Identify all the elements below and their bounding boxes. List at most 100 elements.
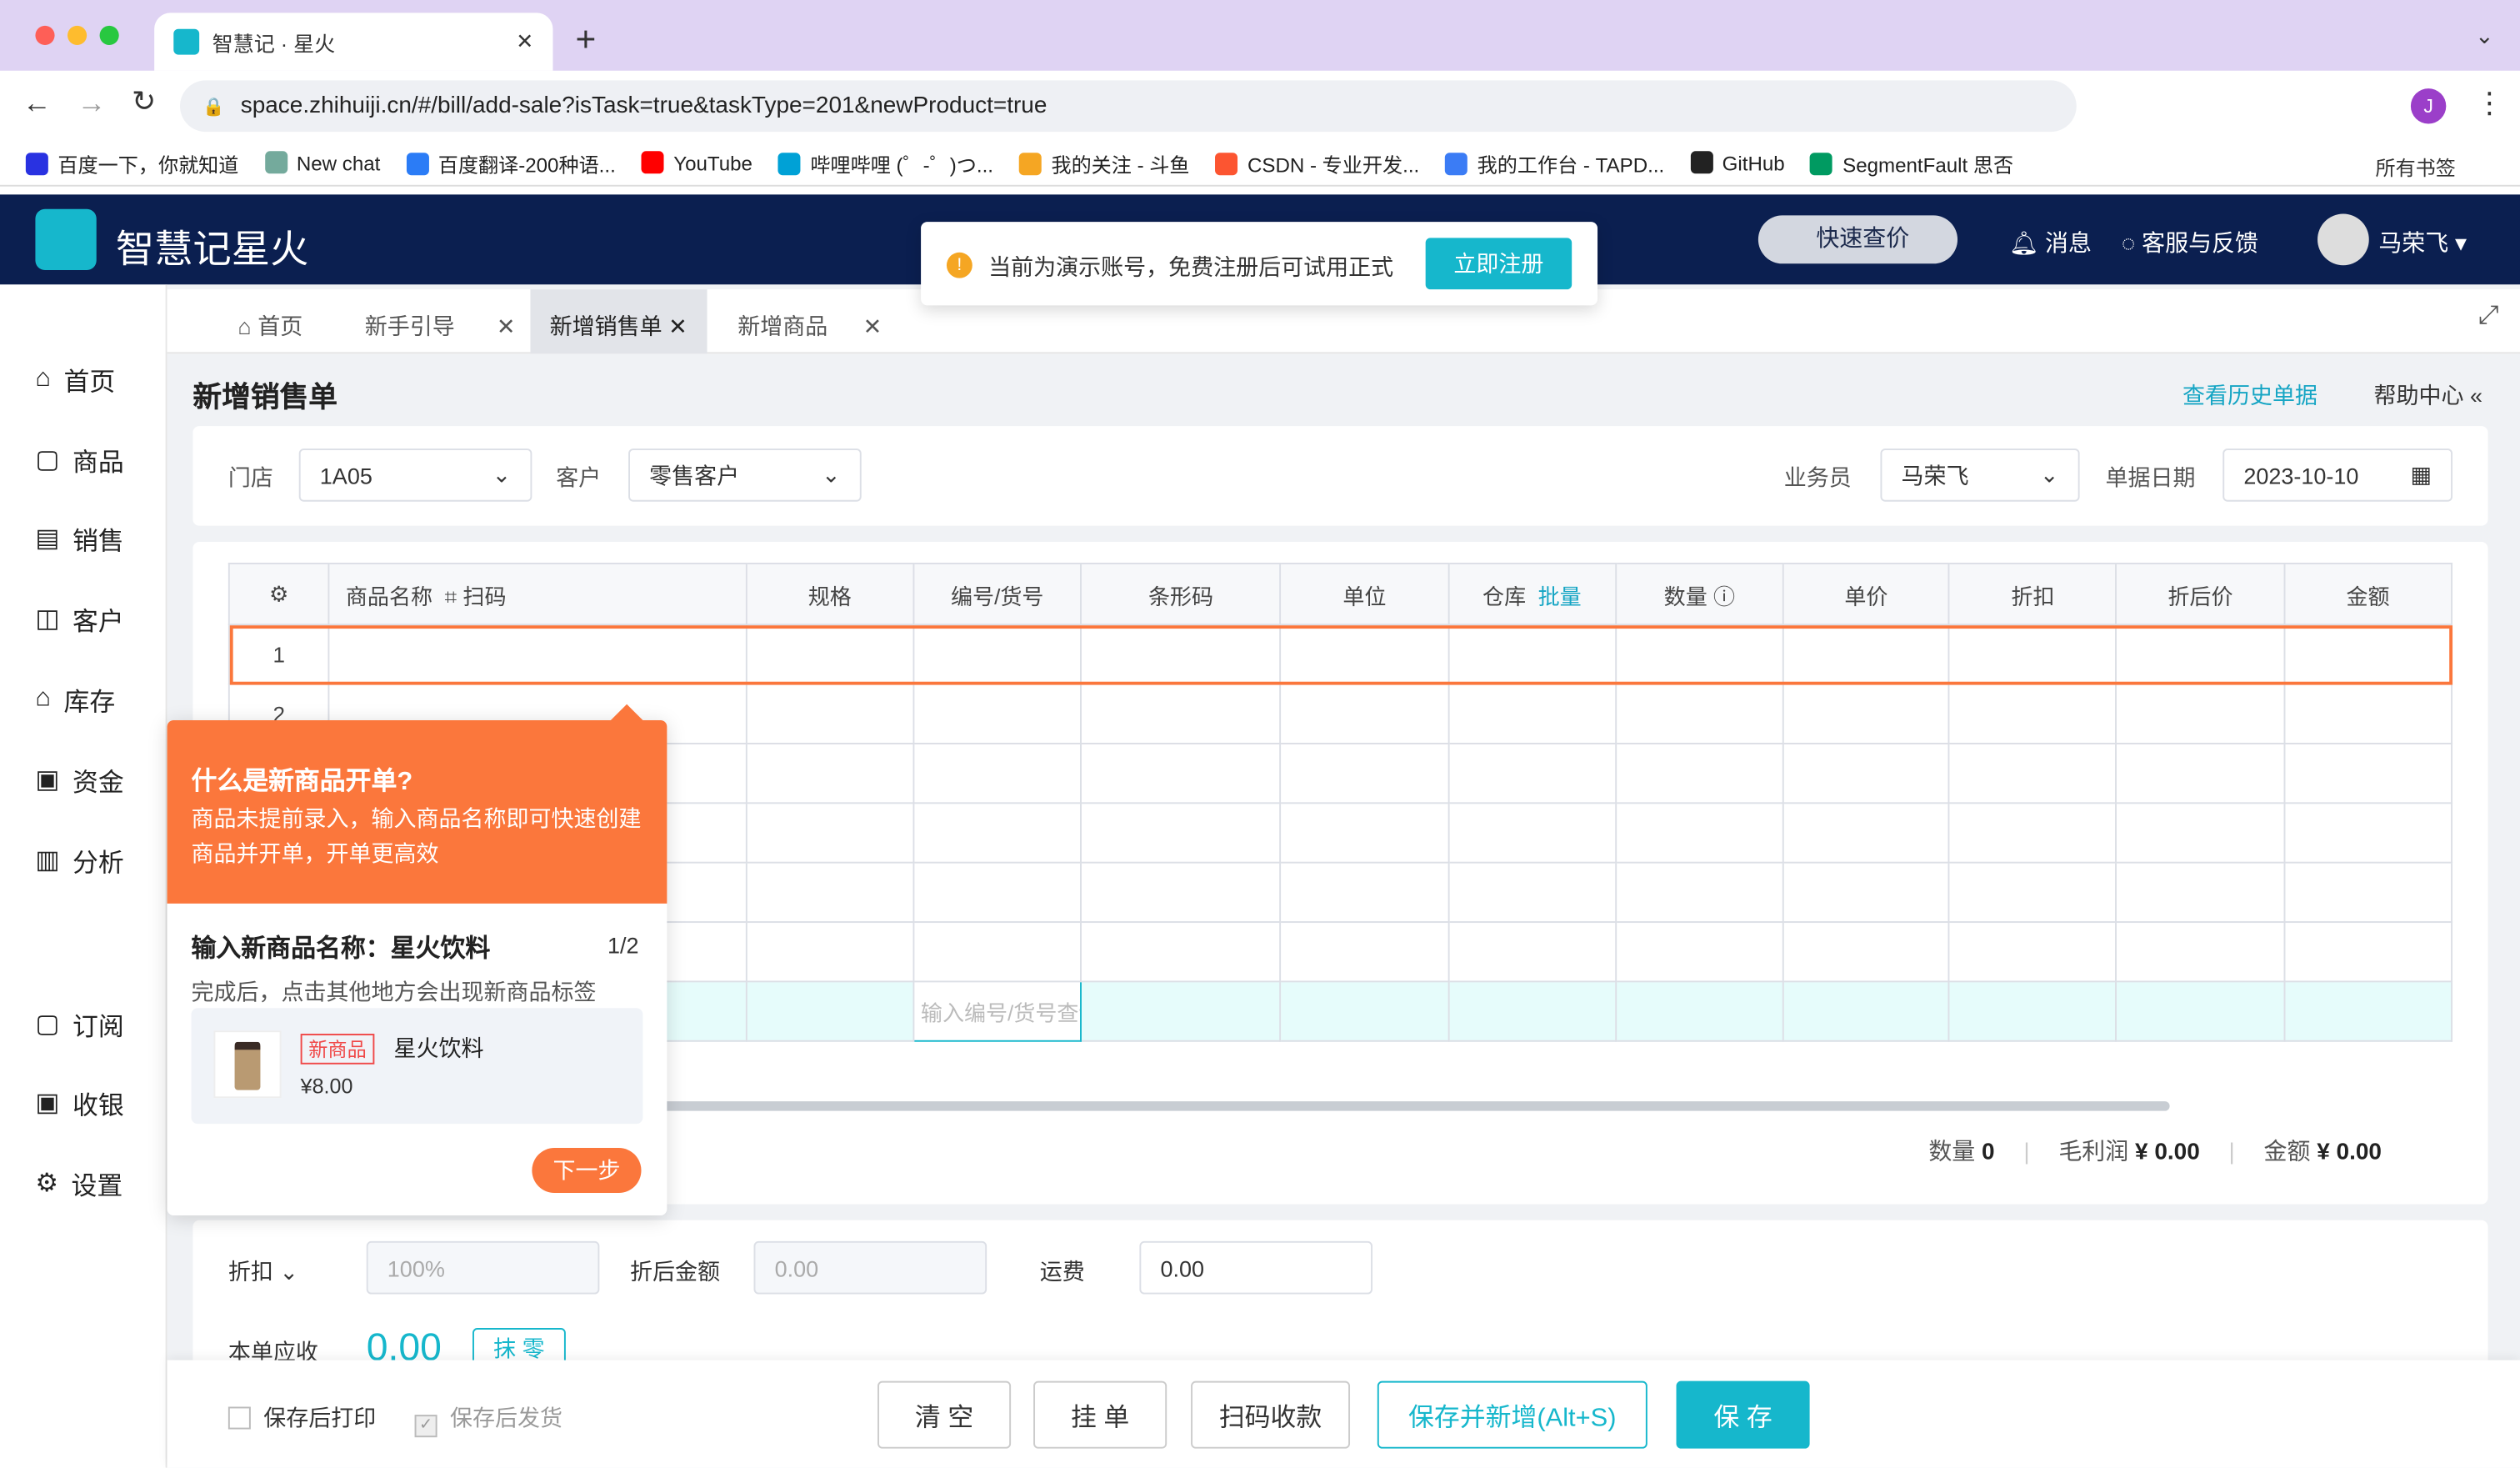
reload-icon[interactable]: ↻ bbox=[132, 85, 156, 119]
discount-dropdown[interactable]: 折扣 ⌄ bbox=[228, 1255, 298, 1288]
table-cell[interactable] bbox=[1080, 683, 1282, 744]
bookmark[interactable]: CSDN - 专业开发... bbox=[1215, 148, 1419, 178]
tab-new-product[interactable]: 新增商品 ✕ bbox=[738, 310, 882, 343]
code-input[interactable]: 输入编号/货号查询 bbox=[912, 980, 1082, 1042]
table-cell[interactable] bbox=[1782, 683, 1950, 744]
bookmark[interactable]: GitHub bbox=[1690, 151, 1785, 175]
table-cell[interactable] bbox=[1080, 802, 1282, 864]
print-after-checkbox[interactable]: 保存后打印 bbox=[228, 1402, 376, 1435]
table-cell[interactable] bbox=[1279, 802, 1449, 864]
menu-icon[interactable]: ⋮ bbox=[2475, 87, 2504, 121]
table-cell[interactable] bbox=[1614, 683, 1784, 744]
bookmark[interactable]: SegmentFault 思否 bbox=[1810, 148, 2013, 178]
table-cell[interactable] bbox=[1447, 861, 1617, 924]
table-cell[interactable] bbox=[2282, 624, 2453, 685]
save-button[interactable]: 保 存 bbox=[1676, 1380, 1810, 1449]
table-cell[interactable] bbox=[912, 683, 1082, 744]
table-cell[interactable] bbox=[745, 980, 915, 1042]
sidebar-item[interactable]: ▤ 销售 bbox=[35, 519, 123, 558]
support-link[interactable]: ◌ 客服与反馈 bbox=[2122, 225, 2258, 259]
close-tab-icon[interactable]: ✕ bbox=[516, 29, 533, 55]
table-cell[interactable] bbox=[2282, 802, 2453, 864]
bookmark[interactable]: 我的关注 - 斗鱼 bbox=[1018, 148, 1190, 178]
customer-select[interactable]: 零售客户 ⌄ bbox=[628, 448, 862, 502]
table-cell[interactable] bbox=[1080, 743, 1282, 804]
forward-icon[interactable]: → bbox=[78, 87, 107, 121]
table-cell[interactable] bbox=[1447, 743, 1617, 804]
table-cell[interactable] bbox=[1279, 743, 1449, 804]
table-cell[interactable] bbox=[1948, 802, 2118, 864]
next-step-button[interactable]: 下一步 bbox=[532, 1148, 642, 1194]
table-cell[interactable] bbox=[1614, 980, 1784, 1042]
table-cell[interactable] bbox=[1782, 921, 1950, 983]
table-cell[interactable] bbox=[1279, 683, 1449, 744]
table-cell[interactable] bbox=[1782, 802, 1950, 864]
table-cell[interactable] bbox=[328, 624, 748, 685]
register-button[interactable]: 立即注册 bbox=[1425, 238, 1572, 290]
sidebar-item[interactable]: ▢ 商品 bbox=[35, 440, 123, 478]
table-cell[interactable] bbox=[1782, 980, 1950, 1042]
all-bookmarks[interactable]: 所有书签 bbox=[2375, 151, 2455, 182]
table-cell[interactable] bbox=[745, 683, 915, 744]
table-cell[interactable] bbox=[1614, 743, 1784, 804]
table-cell[interactable] bbox=[1447, 624, 1617, 685]
bookmark[interactable]: YouTube bbox=[641, 151, 752, 175]
tab-new-sale[interactable]: 新增销售单 ✕ bbox=[530, 289, 707, 354]
avatar[interactable] bbox=[2318, 213, 2369, 266]
table-cell[interactable] bbox=[745, 743, 915, 804]
quick-price-button[interactable]: 快速查价 bbox=[1758, 215, 1958, 264]
new-tab-button[interactable]: + bbox=[575, 19, 596, 61]
fullscreen-icon[interactable]: ⤢ bbox=[2478, 303, 2499, 332]
table-cell[interactable] bbox=[1948, 921, 2118, 983]
table-cell[interactable] bbox=[2115, 861, 2285, 924]
column-settings-icon[interactable]: ⚙ bbox=[228, 563, 330, 626]
table-cell[interactable] bbox=[1279, 624, 1449, 685]
minimize-window-button[interactable] bbox=[68, 25, 88, 46]
table-cell[interactable] bbox=[2282, 683, 2453, 744]
save-and-new-button[interactable]: 保存并新增(Alt+S) bbox=[1377, 1380, 1648, 1449]
clear-button[interactable]: 清 空 bbox=[878, 1380, 1012, 1449]
tab-list-chevron-icon[interactable]: ⌄ bbox=[2475, 23, 2494, 50]
hold-button[interactable]: 挂 单 bbox=[1033, 1380, 1168, 1449]
table-cell[interactable] bbox=[1782, 861, 1950, 924]
user-menu[interactable]: 马荣飞 ▾ bbox=[2378, 225, 2467, 259]
salesman-select[interactable]: 马荣飞 ⌄ bbox=[1880, 448, 2080, 502]
table-cell[interactable] bbox=[2282, 980, 2453, 1042]
table-cell[interactable] bbox=[2282, 861, 2453, 924]
table-cell[interactable] bbox=[912, 743, 1082, 804]
bookmark[interactable]: 百度翻译-200种语... bbox=[406, 148, 616, 178]
maximize-window-button[interactable] bbox=[99, 25, 119, 46]
sidebar-item[interactable]: ▢ 订阅 bbox=[35, 1005, 123, 1043]
close-window-button[interactable] bbox=[35, 25, 55, 46]
table-cell[interactable] bbox=[745, 861, 915, 924]
freight-input[interactable]: 0.00 bbox=[1139, 1240, 1373, 1295]
tab-home[interactable]: ⌂ 首页 bbox=[238, 310, 302, 343]
sidebar-item[interactable]: ◫ 客户 bbox=[35, 599, 123, 638]
table-cell[interactable] bbox=[2115, 743, 2285, 804]
table-cell[interactable] bbox=[1279, 861, 1449, 924]
table-cell[interactable] bbox=[1782, 743, 1950, 804]
table-cell[interactable] bbox=[1080, 980, 1282, 1042]
table-cell[interactable] bbox=[2115, 921, 2285, 983]
batch-link[interactable]: 批量 bbox=[1538, 584, 1582, 609]
ship-after-checkbox[interactable]: ✓ 保存后发货 bbox=[414, 1402, 562, 1438]
back-icon[interactable]: ← bbox=[22, 87, 52, 121]
table-cell[interactable] bbox=[912, 861, 1082, 924]
table-cell[interactable] bbox=[1614, 802, 1784, 864]
table-cell[interactable] bbox=[2282, 921, 2453, 983]
table-row[interactable]: 1 bbox=[228, 624, 2453, 685]
sidebar-item[interactable]: ▣ 收银 bbox=[35, 1084, 123, 1122]
scan-pay-button[interactable]: 扫码收款 bbox=[1191, 1380, 1351, 1449]
messages-link[interactable]: 🔔︎ 消息 bbox=[2009, 225, 2092, 259]
bookmark[interactable]: 哔哩哔哩 (゜-゜)つ... bbox=[778, 148, 993, 178]
table-cell[interactable] bbox=[912, 624, 1082, 685]
table-cell[interactable] bbox=[1279, 980, 1449, 1042]
table-cell[interactable] bbox=[912, 802, 1082, 864]
table-cell[interactable] bbox=[1948, 624, 2118, 685]
table-cell[interactable] bbox=[1948, 861, 2118, 924]
table-cell[interactable] bbox=[1080, 624, 1282, 685]
bookmark[interactable]: 百度一下，你就知道 bbox=[25, 148, 238, 178]
table-cell[interactable] bbox=[1614, 624, 1784, 685]
table-cell[interactable] bbox=[1447, 921, 1617, 983]
table-cell[interactable] bbox=[1948, 683, 2118, 744]
